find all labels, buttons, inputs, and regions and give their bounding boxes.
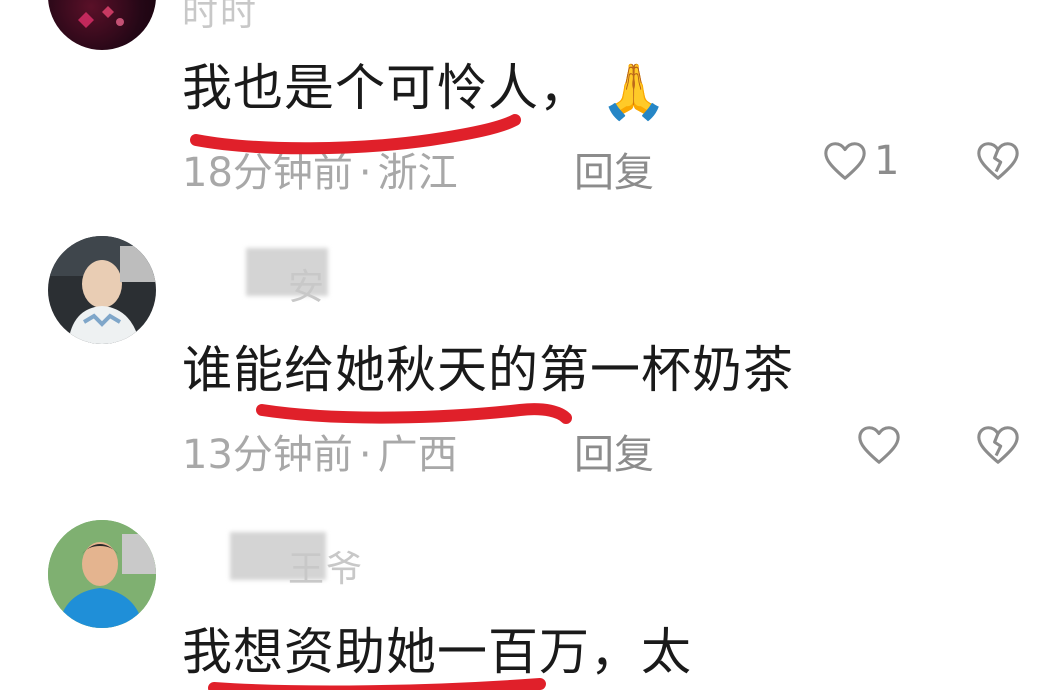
comment-text: 我想资助她一百万，太 — [182, 623, 692, 681]
comment-text: 我也是个可怜人， 🙏 — [182, 59, 669, 123]
comment-item: 时时 我也是个可怜人， 🙏 18分钟前 · 浙江 回复 1 — [0, 0, 1049, 196]
like-button[interactable] — [856, 422, 902, 468]
avatar-image — [48, 236, 156, 344]
username[interactable]: 王爷 — [288, 540, 364, 592]
username[interactable]: 安 — [288, 258, 326, 310]
avatar-image — [48, 520, 156, 628]
reply-button[interactable]: 回复 — [574, 422, 654, 480]
avatar[interactable] — [48, 236, 156, 344]
broken-heart-icon — [977, 426, 1019, 464]
comment-time: 18分钟前 — [182, 150, 353, 196]
comment-location: 浙江 — [377, 150, 458, 196]
folded-hands-emoji: 🙏 — [600, 59, 669, 123]
comment-meta: 13分钟前 · 广西 — [182, 422, 458, 480]
username[interactable]: 时时 — [182, 0, 258, 36]
dislike-button[interactable] — [975, 422, 1021, 472]
comment-text: 谁能给她秋天的第一杯奶茶 — [182, 341, 794, 399]
avatar[interactable] — [48, 0, 156, 50]
comment-list: 时时 我也是个可怜人， 🙏 18分钟前 · 浙江 回复 1 安 谁能给她秋天的第… — [0, 0, 1049, 690]
comment-item: 王爷 我想资助她一百万，太 — [0, 520, 1049, 690]
meta-separator: · — [358, 150, 372, 196]
like-button[interactable]: 1 — [822, 138, 899, 184]
reply-button[interactable]: 回复 — [574, 140, 654, 198]
heart-outline-icon — [824, 142, 866, 180]
meta-separator: · — [358, 432, 372, 478]
avatar[interactable] — [48, 520, 156, 628]
dislike-button[interactable] — [975, 138, 1021, 188]
comment-location: 广西 — [377, 432, 458, 478]
comment-time: 13分钟前 — [182, 432, 353, 478]
avatar-image — [78, 6, 124, 28]
comment-meta: 18分钟前 · 浙江 — [182, 140, 458, 198]
like-count: 1 — [874, 138, 900, 184]
comment-item: 安 谁能给她秋天的第一杯奶茶 13分钟前 · 广西 回复 — [0, 236, 1049, 486]
heart-outline-icon — [858, 426, 900, 464]
broken-heart-icon — [977, 142, 1019, 180]
